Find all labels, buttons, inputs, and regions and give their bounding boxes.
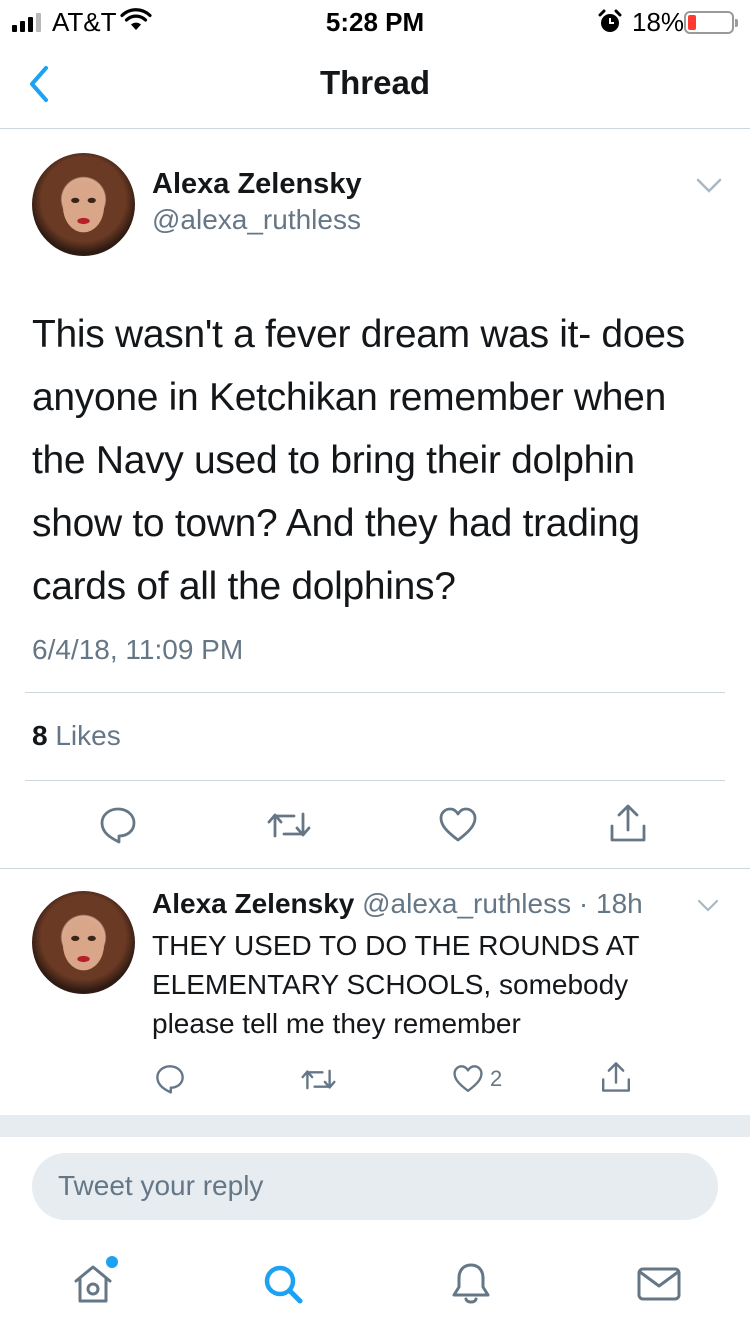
like-button[interactable] [438, 806, 478, 844]
author-handle[interactable]: @alexa_ruthless [152, 204, 361, 236]
avatar[interactable] [32, 153, 135, 256]
tweet-timestamp: 6/4/18, 11:09 PM [32, 634, 244, 665]
share-button[interactable] [608, 802, 648, 844]
meta-separator: · [571, 888, 596, 919]
tweet-text: This wasn't a fever dream was it- does a… [32, 313, 685, 608]
share-icon [608, 802, 648, 844]
notifications-icon[interactable] [446, 1259, 496, 1309]
reply-input[interactable]: Tweet your reply [32, 1153, 718, 1220]
reply-icon [154, 1064, 186, 1094]
author-name: Alexa Zelensky [152, 888, 355, 919]
messages-icon[interactable] [634, 1259, 684, 1309]
divider [0, 868, 750, 869]
likes-label: Likes [55, 720, 121, 751]
tweet-age: 18h [596, 888, 643, 919]
battery-percent: 18% [632, 7, 685, 37]
search-icon[interactable] [258, 1259, 308, 1309]
author-handle: @alexa_ruthless [362, 888, 572, 919]
alarm-icon [597, 9, 623, 40]
likes-count: 8 [32, 720, 48, 751]
status-bar: AT&T 5:28 PM 18% [0, 0, 750, 40]
share-icon [600, 1060, 632, 1094]
reply-icon [98, 806, 138, 844]
share-button[interactable] [600, 1060, 632, 1094]
battery-icon [684, 11, 738, 34]
reply-text: THEY USED TO DO THE ROUNDS AT ELEMENTARY… [152, 930, 639, 1039]
reply-placeholder: Tweet your reply [58, 1170, 264, 1201]
reply-header[interactable]: Alexa Zelensky @alexa_ruthless · 18h [152, 888, 643, 920]
divider [25, 780, 725, 781]
divider [25, 692, 725, 693]
like-count: 2 [490, 1066, 503, 1091]
section-separator [0, 1115, 750, 1137]
chevron-down-icon[interactable] [696, 898, 720, 914]
likes-row[interactable]: 8 Likes [32, 720, 121, 752]
retweet-button[interactable] [266, 808, 312, 842]
retweet-icon [300, 1066, 337, 1093]
reply-button[interactable] [154, 1064, 186, 1094]
author-name[interactable]: Alexa Zelensky [152, 168, 362, 201]
notification-dot [106, 1256, 118, 1268]
nav-bar: Thread [0, 40, 750, 129]
chevron-down-icon[interactable] [695, 177, 723, 195]
reply-button[interactable] [98, 806, 138, 844]
page-title: Thread [319, 64, 431, 101]
like-icon [438, 806, 478, 844]
like-button[interactable]: 2 [452, 1064, 502, 1094]
like-icon [452, 1064, 484, 1094]
avatar[interactable] [32, 891, 135, 994]
retweet-icon [266, 808, 312, 842]
retweet-button[interactable] [300, 1066, 337, 1093]
